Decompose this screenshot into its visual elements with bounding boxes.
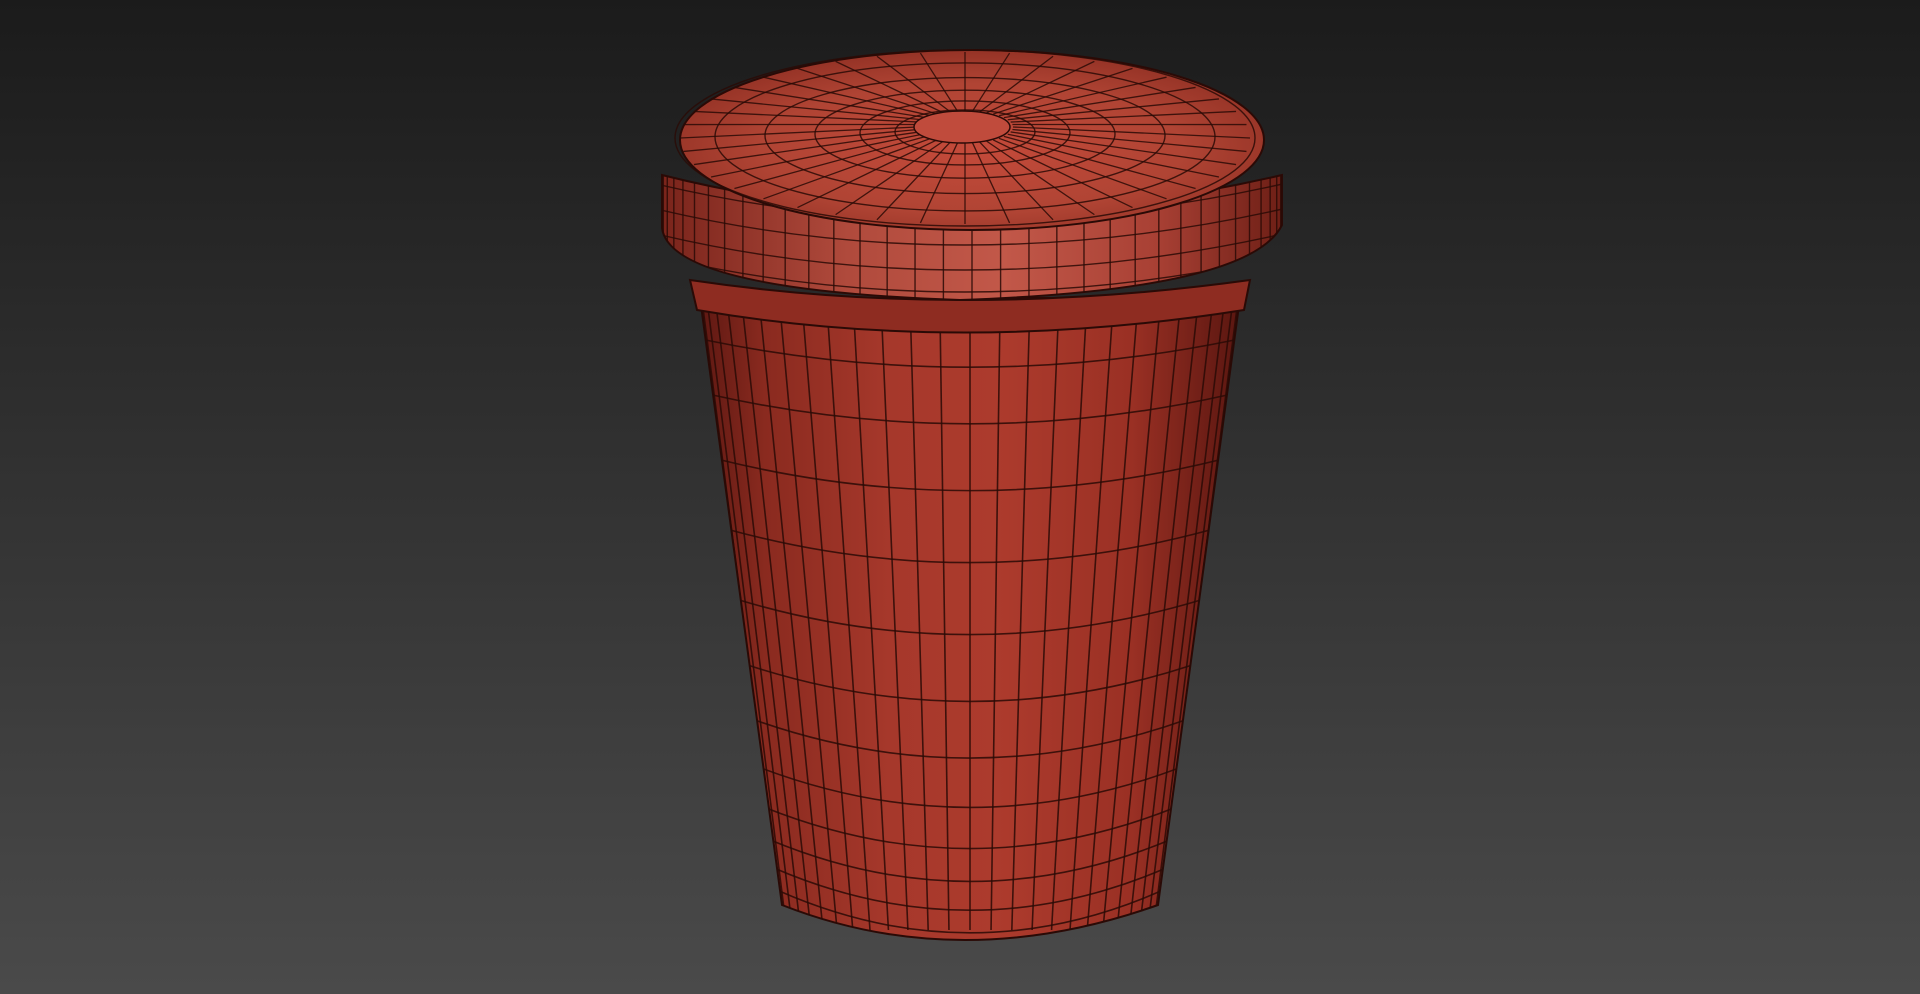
- viewport-canvas[interactable]: [0, 0, 1920, 994]
- lid-center-cap: [913, 110, 1011, 144]
- 3d-viewport[interactable]: [0, 0, 1920, 994]
